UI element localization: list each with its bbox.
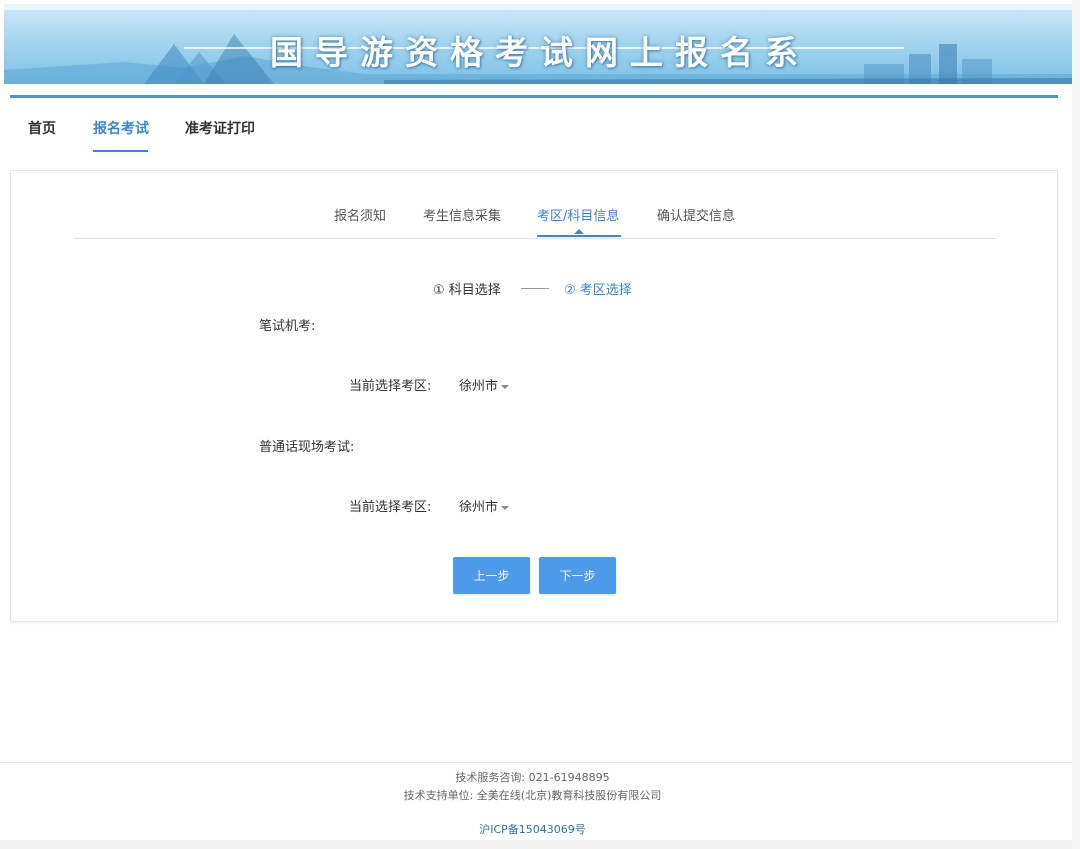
footer-service-contact: 技术服务咨询: 021-61948895 — [455, 771, 610, 784]
tab-registration-notice[interactable]: 报名须知 — [334, 205, 386, 224]
tab-area-subject-info[interactable]: 考区/科目信息 — [537, 205, 619, 224]
prev-step-button[interactable]: 上一步 — [453, 557, 530, 594]
step-tabs: 报名须知 考生信息采集 考区/科目信息 确认提交信息 — [11, 171, 1057, 241]
tab-confirm-submit[interactable]: 确认提交信息 — [657, 205, 735, 224]
next-step-button[interactable]: 下一步 — [539, 557, 616, 594]
area-select-value: 徐州市 — [459, 379, 499, 394]
tabs-divider — [74, 238, 996, 239]
area-select-written-exam[interactable]: 徐州市 — [459, 375, 510, 394]
substep-indicator: ① 科目选择 ② 考区选择 — [11, 279, 1057, 299]
section-title-putonghua-exam: 普通话现场考试: — [259, 440, 355, 455]
area-select-putonghua-exam[interactable]: 徐州市 — [459, 496, 510, 515]
caret-down-icon — [501, 505, 510, 510]
active-tab-underline — [537, 235, 621, 237]
substep-subject-selection: ① 科目选择 — [433, 283, 501, 298]
caret-down-icon — [501, 384, 510, 389]
active-tab-caret-icon — [574, 229, 584, 234]
tab-candidate-info[interactable]: 考生信息采集 — [423, 205, 501, 224]
field-label-current-area: 当前选择考区: — [349, 379, 432, 394]
section-title-written-exam: 笔试机考: — [259, 319, 316, 334]
nav-register-exam[interactable]: 报名考试 — [93, 118, 149, 138]
nav-active-underline — [93, 150, 148, 152]
area-select-value: 徐州市 — [459, 500, 499, 515]
field-label-current-area: 当前选择考区: — [349, 500, 432, 515]
main-nav: 首页 报名考试 准考证打印 — [0, 98, 1080, 158]
registration-card: 报名须知 考生信息采集 考区/科目信息 确认提交信息 ① 科目选择 ② 考区选择… — [10, 170, 1058, 622]
nav-home[interactable]: 首页 — [28, 118, 56, 138]
substep-connector — [521, 288, 549, 289]
footer-support-org: 技术支持单位: 全美在线(北京)教育科技股份有限公司 — [403, 789, 662, 802]
banner-title: 国导游资格考试网上报名系 — [270, 33, 810, 72]
header-banner: 国导游资格考试网上报名系 — [4, 4, 1076, 84]
footer-icp-link[interactable]: 沪ICP备15043069号 — [0, 821, 1065, 837]
bottom-strip — [0, 840, 1080, 849]
right-edge-strip — [1072, 0, 1080, 849]
footer-rule — [0, 762, 1072, 763]
substep-area-selection: ② 考区选择 — [564, 283, 632, 298]
nav-admission-ticket-print[interactable]: 准考证打印 — [185, 118, 255, 138]
